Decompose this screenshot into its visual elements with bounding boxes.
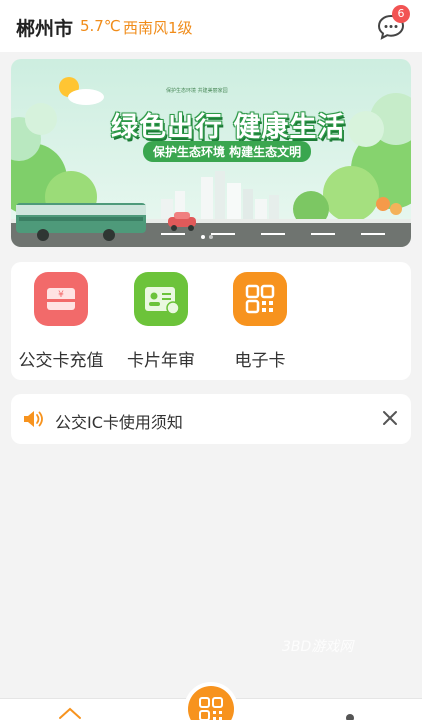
banner-top-text: 保护生态环境 共建美丽家园 — [166, 88, 228, 94]
menu-item-annual-review[interactable]: 卡片年审 — [111, 272, 211, 372]
profile-icon[interactable] — [340, 710, 360, 720]
city-name[interactable]: 郴州市 — [16, 14, 73, 41]
menu-item-recharge[interactable]: ¥ 公交卡充值 — [11, 272, 111, 372]
scan-tab-button[interactable] — [184, 682, 238, 720]
card-review-icon — [134, 272, 188, 326]
banner-title: 绿色出行 健康生活 — [111, 112, 346, 143]
promo-banner[interactable]: 保护生态环境 共建美丽家园 绿色出行 健康生活 保护生态环境 构建生态文明 — [11, 59, 411, 247]
svg-text:¥: ¥ — [58, 290, 64, 300]
card-recharge-icon: ¥ — [34, 272, 88, 326]
speaker-icon — [24, 411, 43, 427]
message-count-badge: 6 — [392, 5, 410, 23]
service-menu: ¥ 公交卡充值 卡片年审 电子卡 — [11, 262, 411, 380]
wind-info: 西南风1级 — [123, 19, 193, 37]
qr-scan-icon — [188, 686, 234, 720]
menu-item-e-card[interactable]: 电子卡 — [210, 272, 310, 372]
home-icon[interactable] — [58, 704, 82, 720]
menu-label-annual-review: 卡片年审 — [127, 351, 195, 371]
notice-bar[interactable]: 公交IC卡使用须知 — [11, 394, 411, 444]
watermark: 3BD游戏网 — [282, 639, 354, 655]
banner-subtitle: 保护生态环境 构建生态文明 — [143, 141, 312, 162]
top-header: 郴州市 5.7℃ 西南风1级 6 — [0, 0, 422, 52]
close-icon[interactable] — [379, 407, 401, 429]
temperature: 5.7℃ — [80, 17, 121, 35]
menu-label-e-card: 电子卡 — [234, 351, 286, 371]
menu-label-recharge: 公交卡充值 — [18, 351, 104, 371]
qr-code-icon — [233, 272, 287, 326]
notice-text[interactable]: 公交IC卡使用须知 — [55, 409, 183, 433]
